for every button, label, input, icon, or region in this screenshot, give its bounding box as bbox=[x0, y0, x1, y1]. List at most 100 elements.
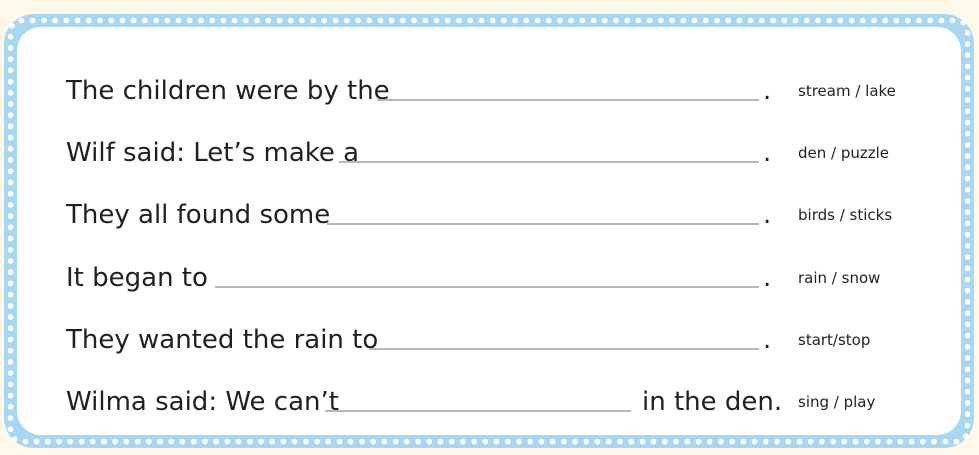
border-dot bbox=[89, 438, 96, 445]
border-dot bbox=[964, 41, 971, 47]
border-dot bbox=[964, 287, 971, 294]
border-dot bbox=[142, 17, 148, 24]
border-dot bbox=[400, 17, 406, 24]
border-dot bbox=[964, 344, 971, 350]
border-dot bbox=[7, 56, 14, 62]
border-dot bbox=[325, 438, 332, 445]
border-dot bbox=[7, 224, 14, 231]
border-dot bbox=[871, 17, 877, 24]
border-dot bbox=[299, 17, 305, 24]
border-dot bbox=[493, 438, 500, 445]
border-dot bbox=[489, 17, 496, 24]
border-dot bbox=[134, 438, 141, 445]
border-dot bbox=[460, 438, 466, 445]
border-dot bbox=[523, 17, 530, 24]
border-dot bbox=[964, 400, 971, 406]
border-dot bbox=[11, 436, 18, 442]
border-dot bbox=[751, 438, 758, 445]
sentence-text: It began to bbox=[66, 263, 208, 293]
border-dot bbox=[684, 438, 691, 445]
border-dot bbox=[516, 438, 522, 445]
border-dot bbox=[964, 321, 971, 328]
border-dot bbox=[662, 438, 668, 445]
border-dot bbox=[617, 438, 623, 445]
border-dot bbox=[130, 17, 137, 24]
border-dot bbox=[949, 17, 956, 24]
border-dot bbox=[964, 299, 971, 305]
border-dot bbox=[7, 336, 14, 343]
border-dot bbox=[803, 17, 810, 24]
border-dot bbox=[7, 78, 14, 85]
border-dot bbox=[224, 438, 231, 445]
border-dot bbox=[310, 17, 316, 24]
border-dot bbox=[119, 17, 126, 24]
border-dot bbox=[123, 438, 130, 445]
border-dot bbox=[7, 258, 14, 264]
border-dot bbox=[7, 89, 14, 96]
border-dot bbox=[639, 438, 646, 445]
word-choices: start/stop bbox=[798, 331, 871, 349]
border-dot bbox=[882, 17, 889, 24]
border-dot bbox=[964, 209, 971, 216]
border-dot bbox=[669, 17, 675, 24]
sentence-row-2: Wilf said: Let’s make a . den / puzzle bbox=[17, 133, 961, 173]
border-dot bbox=[411, 17, 417, 24]
border-dot bbox=[964, 52, 971, 58]
border-dot bbox=[112, 438, 118, 445]
worksheet-card: The children were by the . stream / lake… bbox=[17, 27, 961, 435]
border-dot bbox=[7, 426, 14, 433]
border-dot bbox=[579, 17, 586, 24]
border-dot bbox=[246, 438, 253, 445]
border-dot bbox=[785, 438, 792, 445]
border-dot bbox=[770, 17, 776, 24]
border-dot bbox=[456, 17, 462, 24]
border-dot bbox=[860, 17, 866, 24]
sentence-ending: . bbox=[763, 138, 772, 168]
border-dot bbox=[613, 17, 619, 24]
border-dot bbox=[964, 186, 971, 193]
border-dot bbox=[269, 438, 276, 445]
border-dot bbox=[886, 438, 892, 445]
word-choices: birds / sticks bbox=[798, 206, 893, 224]
border-dot bbox=[101, 438, 107, 445]
border-dot bbox=[964, 332, 971, 339]
border-dot bbox=[848, 17, 855, 24]
border-dot bbox=[7, 101, 14, 107]
border-dot bbox=[153, 17, 159, 24]
sentence-text: Wilma said: We can’t bbox=[66, 387, 339, 417]
border-dot bbox=[370, 438, 376, 445]
border-dot bbox=[7, 370, 14, 376]
border-dot bbox=[7, 179, 14, 186]
answer-blank[interactable] bbox=[339, 161, 759, 163]
border-dot bbox=[415, 438, 421, 445]
border-dot bbox=[444, 17, 451, 24]
answer-blank[interactable] bbox=[369, 348, 759, 350]
answer-blank[interactable] bbox=[327, 223, 759, 225]
border-dot bbox=[796, 438, 803, 445]
border-dot bbox=[7, 112, 14, 118]
border-dot bbox=[964, 377, 971, 384]
border-dot bbox=[904, 17, 911, 24]
sentence-ending: . bbox=[763, 263, 772, 293]
sentence-text: Wilf said: Let’s make a bbox=[66, 138, 360, 168]
border-dot bbox=[29, 17, 36, 24]
word-choices: den / puzzle bbox=[798, 144, 890, 162]
border-dot bbox=[7, 190, 14, 197]
answer-blank[interactable] bbox=[325, 410, 631, 412]
border-dot bbox=[7, 168, 14, 175]
border-dot bbox=[863, 438, 870, 445]
border-dot bbox=[303, 438, 309, 445]
sentence-row-1: The children were by the . stream / lake bbox=[17, 71, 961, 111]
border-dot bbox=[291, 438, 298, 445]
border-dot bbox=[964, 29, 971, 36]
border-dot bbox=[549, 438, 556, 445]
border-dot bbox=[332, 17, 339, 24]
border-dot bbox=[964, 422, 971, 429]
answer-blank[interactable] bbox=[215, 286, 759, 288]
border-dot bbox=[763, 438, 769, 445]
border-dot bbox=[426, 438, 433, 445]
answer-blank[interactable] bbox=[377, 99, 759, 101]
border-dot bbox=[504, 438, 511, 445]
border-dot bbox=[7, 235, 14, 242]
border-dot bbox=[964, 388, 971, 395]
